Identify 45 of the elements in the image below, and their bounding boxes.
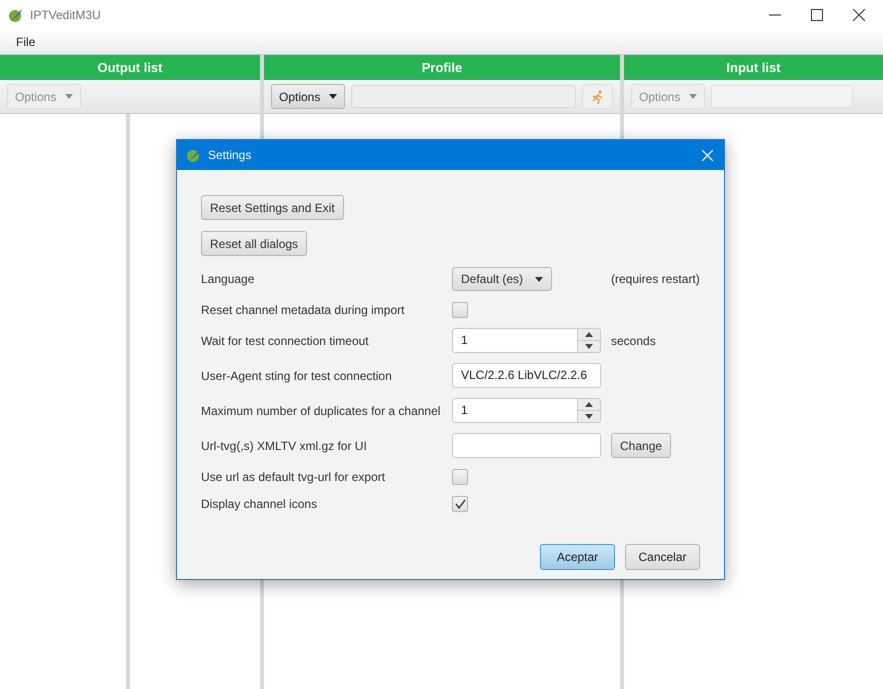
- settings-button[interactable]: Reset all dialogs: [201, 231, 308, 256]
- close-icon[interactable]: [853, 9, 865, 21]
- setting-label: Use url as default tvg-url for export: [201, 469, 386, 486]
- note-text: (requires restart): [611, 271, 700, 288]
- number-spinner[interactable]: 1: [452, 398, 601, 423]
- panel-header: Input list: [624, 55, 883, 80]
- caret-icon: [329, 94, 338, 99]
- spinner-value: 1: [460, 332, 469, 349]
- leaf-logo-icon: [186, 147, 202, 163]
- text-field[interactable]: VLC/2.2.6 LibVLC/2.2.6: [452, 363, 601, 388]
- caret-icon: [689, 94, 698, 99]
- caret-icon: [65, 94, 74, 99]
- search-field[interactable]: [351, 85, 576, 108]
- window-title: IPTVeditM3U: [30, 7, 101, 24]
- panel-header: Profile: [264, 55, 620, 80]
- language-dropdown[interactable]: Default (es): [452, 267, 552, 291]
- checkmark-icon: [454, 499, 466, 509]
- unit-text: seconds: [611, 332, 656, 350]
- setting-label: Url-tvg(,s) XMLTV xml.gz for UI: [201, 438, 368, 454]
- setting-label: Display channel icons: [201, 496, 318, 513]
- setting-label: Reset channel metadata during import: [201, 302, 406, 319]
- leaf-logo-icon: [8, 7, 24, 23]
- dialog-button[interactable]: Aceptar: [540, 544, 615, 570]
- change-button[interactable]: Change: [611, 433, 672, 458]
- menu-item[interactable]: File: [8, 33, 44, 51]
- dialog-title: Settings: [208, 147, 252, 164]
- panel-header: Output list: [0, 55, 260, 80]
- checkbox[interactable]: [452, 302, 468, 318]
- dialog-button[interactable]: Cancelar: [625, 544, 700, 570]
- setting-label: Wait for test connection timeout: [201, 332, 370, 350]
- checkbox[interactable]: [452, 496, 468, 512]
- caret-icon: [585, 414, 593, 419]
- running-person-icon: [590, 90, 604, 104]
- checkbox[interactable]: [452, 469, 468, 485]
- maximize-icon[interactable]: [811, 9, 823, 21]
- caret-icon: [585, 344, 593, 349]
- options-dropdown[interactable]: Options: [271, 84, 346, 109]
- spinner-value: 1: [460, 402, 469, 419]
- setting-label: Maximum number of duplicates for a channel: [201, 402, 442, 420]
- caret-icon: [535, 276, 543, 282]
- settings-button[interactable]: Reset Settings and Exit: [201, 195, 344, 220]
- setting-label: User-Agent sting for test connection: [201, 368, 393, 384]
- text-field[interactable]: [452, 433, 601, 458]
- number-spinner[interactable]: 1: [452, 328, 601, 353]
- setting-label: Language: [201, 271, 256, 288]
